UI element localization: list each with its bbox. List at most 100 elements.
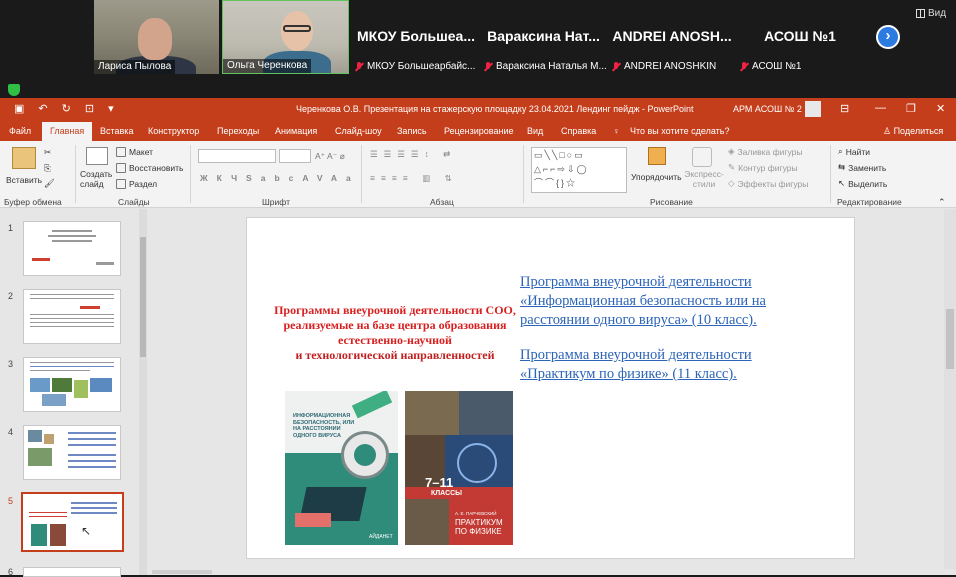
slide-thumbnail-6[interactable] (23, 567, 121, 577)
participant-video-larisa[interactable]: Лариса Пылова (94, 0, 219, 74)
font-name-box[interactable] (198, 149, 276, 163)
slide-thumbnail-2[interactable] (23, 289, 121, 344)
participant-video-olga[interactable]: Ольга Черенкова (222, 0, 349, 74)
find-button[interactable]: ⌕ Найти (838, 146, 870, 157)
replace-button[interactable]: ⇆ Заменить (838, 162, 886, 173)
tab-help[interactable]: Справка (561, 126, 596, 136)
quick-styles-button[interactable]: Экспресс-стили (684, 169, 724, 189)
participant-caption: Ольга Черенкова (223, 59, 312, 73)
heading-line: Программы внеурочной деятельности СОО, (274, 303, 516, 317)
participant-tile-mkou[interactable]: МКОУ Большеа... МКОУ Большеарбайс... (351, 0, 481, 74)
slide-number: 2 (8, 291, 14, 301)
arrange-button[interactable]: Упорядочить (631, 172, 682, 182)
program-link-physics[interactable]: Программа внеурочной деятельности «Практ… (520, 346, 752, 384)
shape-effects-button[interactable]: ◇ Эффекты фигуры (728, 178, 808, 189)
tab-file[interactable]: Файл (9, 126, 31, 136)
slide-thumbnail-1[interactable] (23, 221, 121, 276)
scrollbar-thumb[interactable] (946, 309, 954, 369)
next-participants-button[interactable]: › (876, 25, 900, 49)
group-label-paragraph: Абзац (430, 197, 454, 207)
font-format-icons[interactable]: ЖКЧSabcAVAa (200, 173, 360, 183)
canvas-scrollbar[interactable] (944, 209, 956, 575)
tab-home[interactable]: Главная (42, 122, 93, 141)
layout-button[interactable]: Макет (116, 147, 153, 157)
slide-thumbnail-5[interactable]: ↖ (21, 492, 124, 552)
heading-line: и технологической направленностей (295, 348, 495, 362)
copy-icon[interactable]: ⎘ (44, 163, 51, 174)
book-author: А. Е. ПАРЧЕВСКИЙ (455, 511, 497, 516)
share-button[interactable]: ♙ Поделиться (883, 126, 943, 137)
save-icon[interactable]: ▣ (14, 102, 24, 115)
slide-thumbnail-3[interactable] (23, 357, 121, 412)
participant-tile-varaksina[interactable]: Вараксина Нат... Вараксина Наталья М... (480, 0, 607, 74)
program-link-infosec[interactable]: Программа внеурочной деятельности «Инфор… (520, 273, 766, 330)
shape-fill-button[interactable]: ◈ Заливка фигуры (728, 146, 802, 157)
tab-slideshow[interactable]: Слайд-шоу (335, 126, 382, 136)
participant-tile-andrei[interactable]: ANDREI ANOSH... ANDREI ANOSHKIN (608, 0, 736, 74)
customize-toolbar-icon[interactable]: ▾ (108, 102, 114, 115)
book-cover-physics[interactable]: 7–11 КЛАССЫ А. Е. ПАРЧЕВСКИЙ ПРАКТИКУМ П… (405, 391, 513, 545)
account-avatar[interactable] (805, 101, 821, 117)
security-shield-icon[interactable] (8, 84, 20, 96)
search-icon: ⌕ (838, 146, 843, 156)
cover-photo (405, 499, 449, 545)
thumb-line (30, 298, 114, 299)
cut-icon[interactable]: ✂ (44, 147, 51, 158)
thumb-image (28, 448, 52, 466)
undo-icon[interactable]: ↶ (38, 102, 47, 115)
redo-icon[interactable]: ↻ (62, 102, 71, 115)
section-icon (116, 179, 126, 189)
participant-caption: Вараксина Наталья М... (496, 61, 607, 72)
thumb-logo (96, 262, 114, 265)
font-size-change-icons[interactable]: A⁺ A⁻ ⌀ (315, 151, 345, 162)
tell-me-search[interactable]: Что вы хотите сделать? (630, 126, 730, 136)
slide-red-heading[interactable]: Программы внеурочной деятельности СОО, р… (269, 303, 521, 363)
shape-outline-button[interactable]: ✎ Контур фигуры (728, 162, 798, 173)
minimize-icon[interactable]: — (875, 102, 886, 114)
account-name[interactable]: АРМ АСОШ № 2 (733, 104, 802, 114)
start-slideshow-icon[interactable]: ⊡ (85, 102, 94, 115)
reset-button[interactable]: Восстановить (116, 163, 183, 173)
scrollbar-thumb[interactable] (140, 237, 146, 357)
arrange-icon[interactable] (648, 147, 666, 165)
collapse-ribbon-icon[interactable]: ⌃ (938, 197, 946, 208)
thumb-line (30, 326, 114, 327)
section-button[interactable]: Раздел (116, 179, 157, 189)
select-button[interactable]: ↖ Выделить (838, 178, 887, 189)
ribbon-display-options-icon[interactable]: ⊟ (840, 102, 849, 115)
thumb-line (52, 230, 92, 232)
quick-styles-icon[interactable] (692, 147, 712, 167)
current-slide[interactable]: Программы внеурочной деятельности СОО, р… (246, 217, 855, 559)
participant-caption-row: Вараксина Наталья М... (484, 61, 607, 72)
tab-animation[interactable]: Анимация (275, 126, 317, 136)
list-indent-icons[interactable]: ☰☰☰☰↕ ⇄ (370, 149, 456, 160)
thumbnail-scrollbar[interactable] (139, 209, 147, 575)
slide-thumbnail-4[interactable] (23, 425, 121, 480)
effects-icon: ◇ (728, 178, 735, 188)
font-size-box[interactable] (279, 149, 311, 163)
tab-insert[interactable]: Вставка (100, 126, 133, 136)
new-slide-button[interactable]: Создать слайд (80, 169, 114, 189)
replace-icon: ⇆ (838, 162, 846, 172)
paste-icon[interactable] (12, 147, 36, 169)
thumb-line (30, 314, 114, 315)
restore-icon[interactable]: ❐ (906, 102, 916, 115)
paste-button[interactable]: Вставить (6, 175, 42, 185)
tab-view[interactable]: Вид (527, 126, 543, 136)
new-slide-icon[interactable] (86, 147, 108, 165)
shapes-gallery[interactable]: ▭╲╲□○▭ △⌐⌐⇨⇩◯ ⌒⌒{}☆ (531, 147, 627, 193)
tab-record[interactable]: Запись (397, 126, 427, 136)
tab-transitions[interactable]: Переходы (217, 126, 259, 136)
close-icon[interactable]: ✕ (936, 102, 945, 115)
participant-tile-asosh[interactable]: АСОШ №1 АСОШ №1 (736, 0, 864, 74)
shape-effects-label: Эффекты фигуры (737, 178, 809, 189)
format-painter-icon[interactable]: 🖌 (44, 178, 55, 189)
tab-design[interactable]: Конструктор (148, 126, 199, 136)
participant-caption-row: АСОШ №1 (740, 61, 801, 72)
thumb-line (68, 444, 116, 446)
thumb-image (30, 378, 50, 392)
alignment-icons[interactable]: ≡≡≡≡ ▥ ⇅ (370, 173, 458, 184)
tab-review[interactable]: Рецензирование (444, 126, 514, 136)
view-button[interactable]: Вид (916, 8, 946, 19)
book-cover-infosec[interactable]: ИНФОРМАЦИОННАЯ БЕЗОПАСНОСТЬ, ИЛИ НА РАСС… (285, 391, 398, 545)
